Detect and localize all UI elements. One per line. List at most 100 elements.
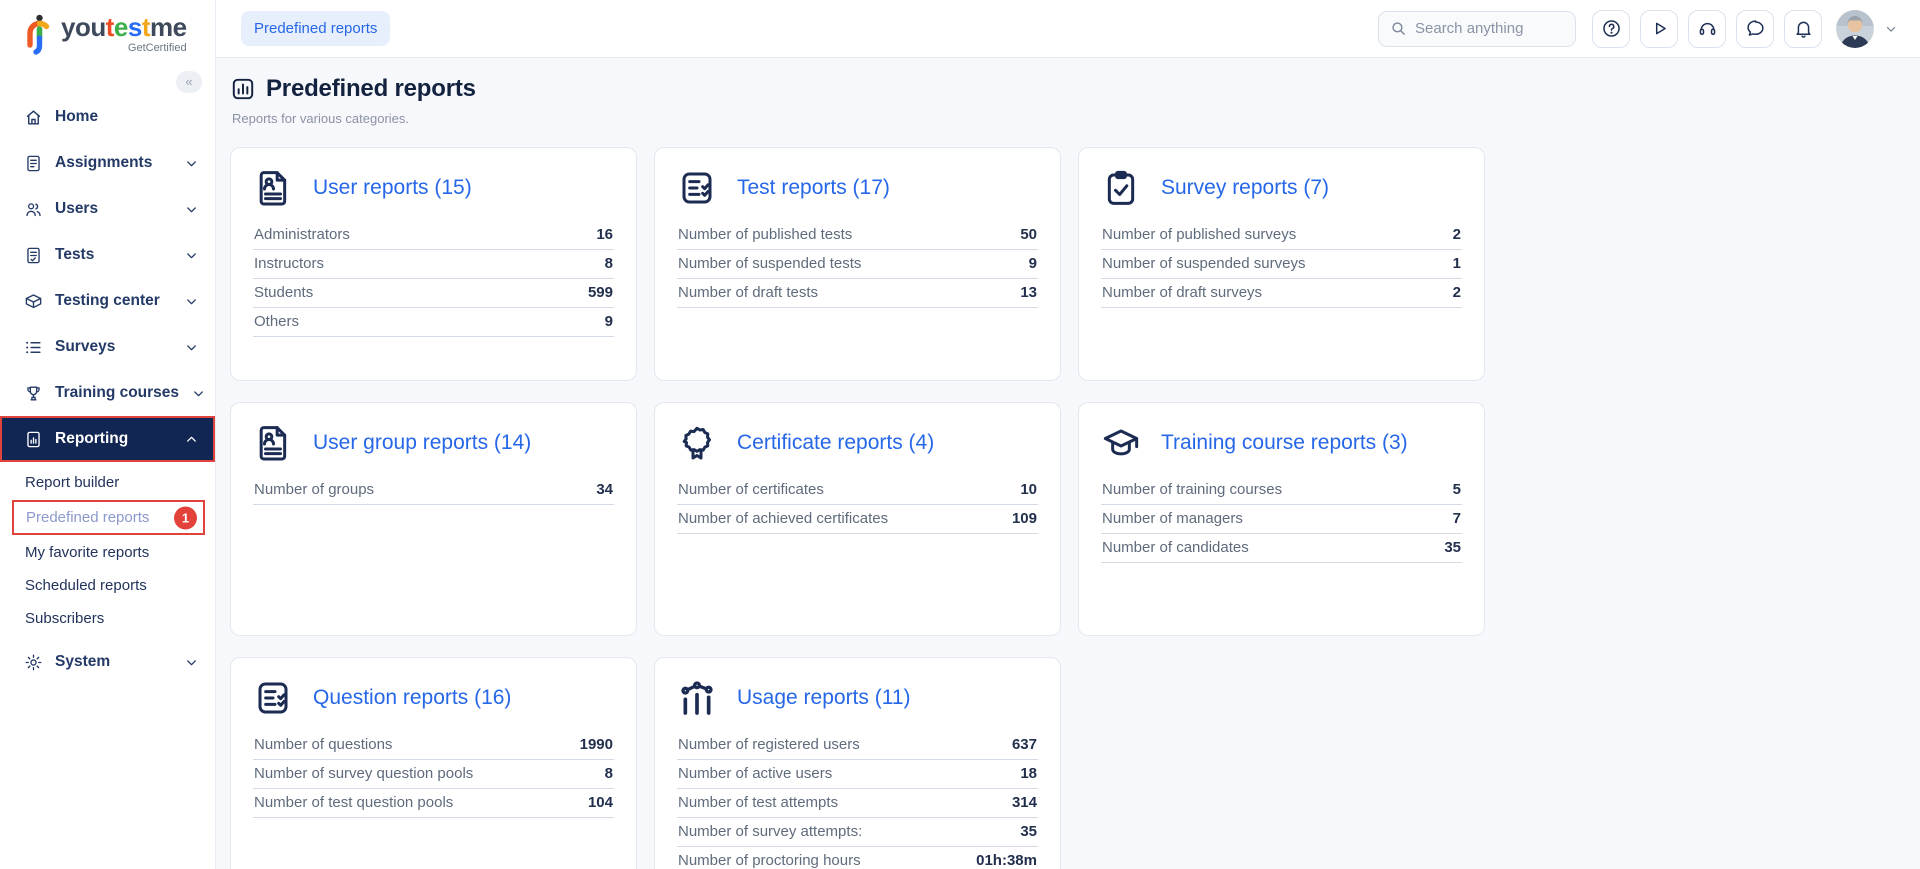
sidebar-item-system[interactable]: System xyxy=(0,639,215,685)
profile-menu-chevron-icon[interactable] xyxy=(1884,22,1898,36)
report-stat-row: Number of suspended tests 9 xyxy=(677,250,1038,279)
stat-label: Number of published surveys xyxy=(1102,226,1297,243)
stat-label: Number of test question pools xyxy=(254,794,454,811)
search-box[interactable] xyxy=(1378,10,1576,47)
report-stat-row: Instructors 8 xyxy=(253,250,614,279)
headset-button[interactable] xyxy=(1688,9,1726,48)
page-title: Predefined reports xyxy=(266,75,476,102)
report-stat-row: Number of active users 18 xyxy=(677,760,1038,789)
report-stat-row: Number of training courses 5 xyxy=(1101,476,1462,505)
report-stat-row: Others 9 xyxy=(253,308,614,337)
stat-value: 2 xyxy=(1452,226,1461,243)
stat-label: Number of draft tests xyxy=(678,284,819,301)
sidebar-item-surveys[interactable]: Surveys xyxy=(0,324,215,370)
bell-button[interactable] xyxy=(1784,9,1822,48)
logo-letter: t xyxy=(141,12,151,42)
stat-label: Number of suspended tests xyxy=(678,255,862,272)
report-stat-row: Number of published tests 50 xyxy=(677,221,1038,250)
stat-label: Number of managers xyxy=(1102,510,1243,527)
stat-value: 8 xyxy=(604,765,613,782)
report-card-title[interactable]: User reports (15) xyxy=(313,176,472,200)
checklist-icon xyxy=(677,168,717,208)
report-card-title[interactable]: Question reports (16) xyxy=(313,686,511,710)
chevron-down-icon xyxy=(184,294,199,309)
graduation-icon xyxy=(1101,423,1141,463)
search-input[interactable] xyxy=(1415,20,1564,37)
headset-icon xyxy=(1697,18,1718,39)
certificate-icon xyxy=(677,423,717,463)
sidebar-item-assignments[interactable]: Assignments xyxy=(0,140,215,186)
sidebar-collapse-button[interactable]: « xyxy=(176,71,202,93)
main-area: Predefined reports Search anything Prede… xyxy=(216,0,1920,869)
stat-value: 8 xyxy=(604,255,613,272)
stat-value: 1990 xyxy=(579,736,613,753)
report-card: Survey reports (7) Number of published s… xyxy=(1078,147,1485,381)
sidebar-subitem-my-favorite-reports[interactable]: My favorite reports xyxy=(0,536,215,569)
training-courses-icon xyxy=(24,384,43,403)
report-card-title[interactable]: Usage reports (11) xyxy=(737,686,911,710)
report-card-title[interactable]: Test reports (17) xyxy=(737,176,890,200)
chevron-down-icon xyxy=(184,655,199,670)
report-card: User reports (15) Administrators 16 Inst… xyxy=(230,147,637,381)
report-stat-row: Number of published surveys 2 xyxy=(1101,221,1462,250)
checklist-icon xyxy=(253,678,293,718)
report-card: Question reports (16) Number of question… xyxy=(230,657,637,869)
sidebar-subitem-report-builder[interactable]: Report builder xyxy=(0,466,215,499)
stat-label: Number of achieved certificates xyxy=(678,510,889,527)
brand-logo: youtestme GetCertified xyxy=(0,0,215,58)
chat-button[interactable] xyxy=(1736,9,1774,48)
sidebar-subitem-subscribers[interactable]: Subscribers xyxy=(0,602,215,635)
stat-value: 7 xyxy=(1452,510,1461,527)
report-stat-row: Students 599 xyxy=(253,279,614,308)
sidebar-item-training-courses[interactable]: Training courses xyxy=(0,370,215,416)
report-card-title[interactable]: Survey reports (7) xyxy=(1161,176,1329,200)
report-cards-grid: User reports (15) Administrators 16 Inst… xyxy=(230,147,1900,869)
help-button[interactable] xyxy=(1592,9,1630,48)
report-card: Training course reports (3) Number of tr… xyxy=(1078,402,1485,636)
sidebar-subitem-predefined-reports[interactable]: Predefined reports 1 xyxy=(12,500,205,535)
report-card: Certificate reports (4) Number of certif… xyxy=(654,402,1061,636)
report-stat-row: Number of proctoring hours 01h:38m xyxy=(677,847,1038,869)
stat-value: 16 xyxy=(596,226,613,243)
logo-letter: t xyxy=(105,12,115,42)
report-card-title[interactable]: Certificate reports (4) xyxy=(737,431,934,455)
report-stat-row: Number of registered users 637 xyxy=(677,731,1038,760)
stat-label: Number of published tests xyxy=(678,226,853,243)
report-stat-row: Administrators 16 xyxy=(253,221,614,250)
stat-label: Number of candidates xyxy=(1102,539,1249,556)
breadcrumb[interactable]: Predefined reports xyxy=(241,11,391,46)
report-stat-row: Number of survey question pools 8 xyxy=(253,760,614,789)
report-card-title[interactable]: User group reports (14) xyxy=(313,431,531,455)
chevron-down-icon xyxy=(184,340,199,355)
stat-label: Number of suspended surveys xyxy=(1102,255,1306,272)
stat-value: 34 xyxy=(596,481,613,498)
sidebar-item-testing-center[interactable]: Testing center xyxy=(0,278,215,324)
logo-wordmark: youtestme xyxy=(61,12,187,42)
report-stat-row: Number of draft surveys 2 xyxy=(1101,279,1462,308)
sidebar: youtestme GetCertified « Home Assignment… xyxy=(0,0,216,869)
stat-label: Number of active users xyxy=(678,765,833,782)
stat-value: 1 xyxy=(1452,255,1461,272)
stat-label: Number of draft surveys xyxy=(1102,284,1263,301)
play-button[interactable] xyxy=(1640,9,1678,48)
user-avatar[interactable] xyxy=(1836,9,1874,48)
sidebar-item-tests[interactable]: Tests xyxy=(0,232,215,278)
report-card-title[interactable]: Training course reports (3) xyxy=(1161,431,1408,455)
stat-label: Number of registered users xyxy=(678,736,860,753)
stat-label: Number of certificates xyxy=(678,481,824,498)
sidebar-subitem-scheduled-reports[interactable]: Scheduled reports xyxy=(0,569,215,602)
home-icon xyxy=(24,108,43,127)
system-icon xyxy=(24,653,43,672)
sidebar-item-reporting[interactable]: Reporting xyxy=(0,416,215,462)
sidebar-item-users[interactable]: Users xyxy=(0,186,215,232)
report-card: Usage reports (11) Number of registered … xyxy=(654,657,1061,869)
page-subtitle: Reports for various categories. xyxy=(232,111,410,126)
stat-label: Number of survey attempts: xyxy=(678,823,863,840)
stat-value: 104 xyxy=(587,794,613,811)
report-card: Test reports (17) Number of published te… xyxy=(654,147,1061,381)
play-icon xyxy=(1649,18,1670,39)
stat-value: 35 xyxy=(1444,539,1461,556)
stat-value: 18 xyxy=(1020,765,1037,782)
stat-label: Instructors xyxy=(254,255,325,272)
sidebar-item-home[interactable]: Home xyxy=(0,94,215,140)
